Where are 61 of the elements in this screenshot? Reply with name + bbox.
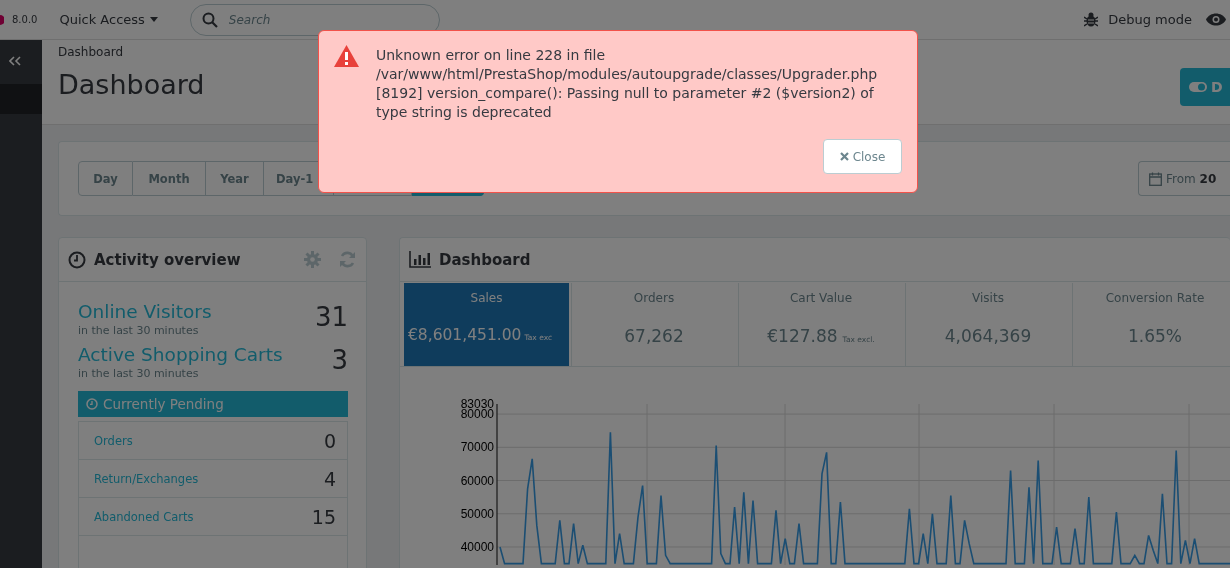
kpi-value: 67,262 [624,326,684,346]
kpi-label: Sales [470,291,503,305]
quick-access-menu[interactable]: Quick Access [59,12,158,27]
kpi-value: €127.88 [767,326,838,346]
warning-icon [334,45,359,67]
stat-value: 3 [331,344,348,377]
refresh-icon[interactable] [339,251,356,268]
version-label: 8.0.0 [12,14,38,25]
eye-icon[interactable] [1206,13,1226,26]
stat-caption: in the last 30 minutes [78,367,200,380]
search-icon [201,11,218,28]
kpi-value: €8,601,451.00 [408,326,522,344]
range-button[interactable]: Year [206,161,264,196]
panel-title: Activity overview [94,250,241,269]
bug-icon [1084,12,1099,27]
clock-icon [86,398,98,410]
caret-icon [149,17,158,22]
sidebar-item[interactable] [0,84,42,114]
kpi-label: Conversion Rate [1105,291,1205,305]
error-message: Unknown error on line 228 in file /var/www/html/PrestaShop/modules/autoupgrade/classes/Upgrader.php [8192] version_compare(): Passing null to parameter #2 ($version2) of type string is deprecated [376,46,879,122]
close-icon [839,152,849,161]
clock-icon [68,250,86,269]
pending-link[interactable]: Orders [94,433,133,448]
stat-label[interactable]: Active Shopping Carts [78,343,283,367]
kpi-tile[interactable]: Conversion Rate 1.65% [1072,283,1230,366]
pending-count: 15 [311,505,336,528]
logo-icon [0,14,4,25]
pending-count: 0 [323,429,336,452]
breadcrumb[interactable]: Dashboard [58,45,124,59]
kpi-tile[interactable]: Orders 67,262 [571,283,736,366]
stat-value: 31 [314,301,348,334]
calendar-icon [1149,171,1162,186]
bar-chart-icon [409,251,431,268]
panel-title: Dashboard [439,250,531,269]
stat-caption: in the last 30 minutes [78,324,200,337]
gear-icon[interactable] [304,251,321,268]
debug-mode-label: Debug mode [1108,12,1192,27]
axis-tick-label: 70000 [460,440,494,455]
axis-tick-label: 50000 [460,506,494,521]
date-range-button[interactable]: From 20 [1138,161,1230,196]
pending-link[interactable]: Abandoned Carts [94,509,194,524]
kpi-label: Orders [633,291,675,305]
axis-tick-label: 40000 [460,540,494,554]
search-field[interactable]: Search [189,3,440,36]
axis-tick-label: 60000 [460,473,494,488]
toggle-icon [1189,82,1207,92]
range-button[interactable]: Day [78,161,133,196]
stat-label[interactable]: Online Visitors [78,300,212,324]
page-title: Dashboard [58,69,205,100]
kpi-value: 4,064,369 [944,326,1032,346]
pending-count: 4 [323,467,336,490]
toolbar-button[interactable]: D [1180,68,1230,106]
section-title: Currently Pending [103,396,224,412]
pending-link[interactable]: Return/Exchanges [94,471,199,486]
kpi-value: 1.65% [1128,326,1182,346]
close-button[interactable]: Close [823,139,902,174]
kpi-tile[interactable]: Visits 4,064,369 [905,283,1070,366]
range-button[interactable]: Month [133,161,206,196]
kpi-label: Visits [972,291,1004,305]
kpi-label: Cart Value [789,291,853,305]
collapse-icon[interactable] [9,56,21,66]
